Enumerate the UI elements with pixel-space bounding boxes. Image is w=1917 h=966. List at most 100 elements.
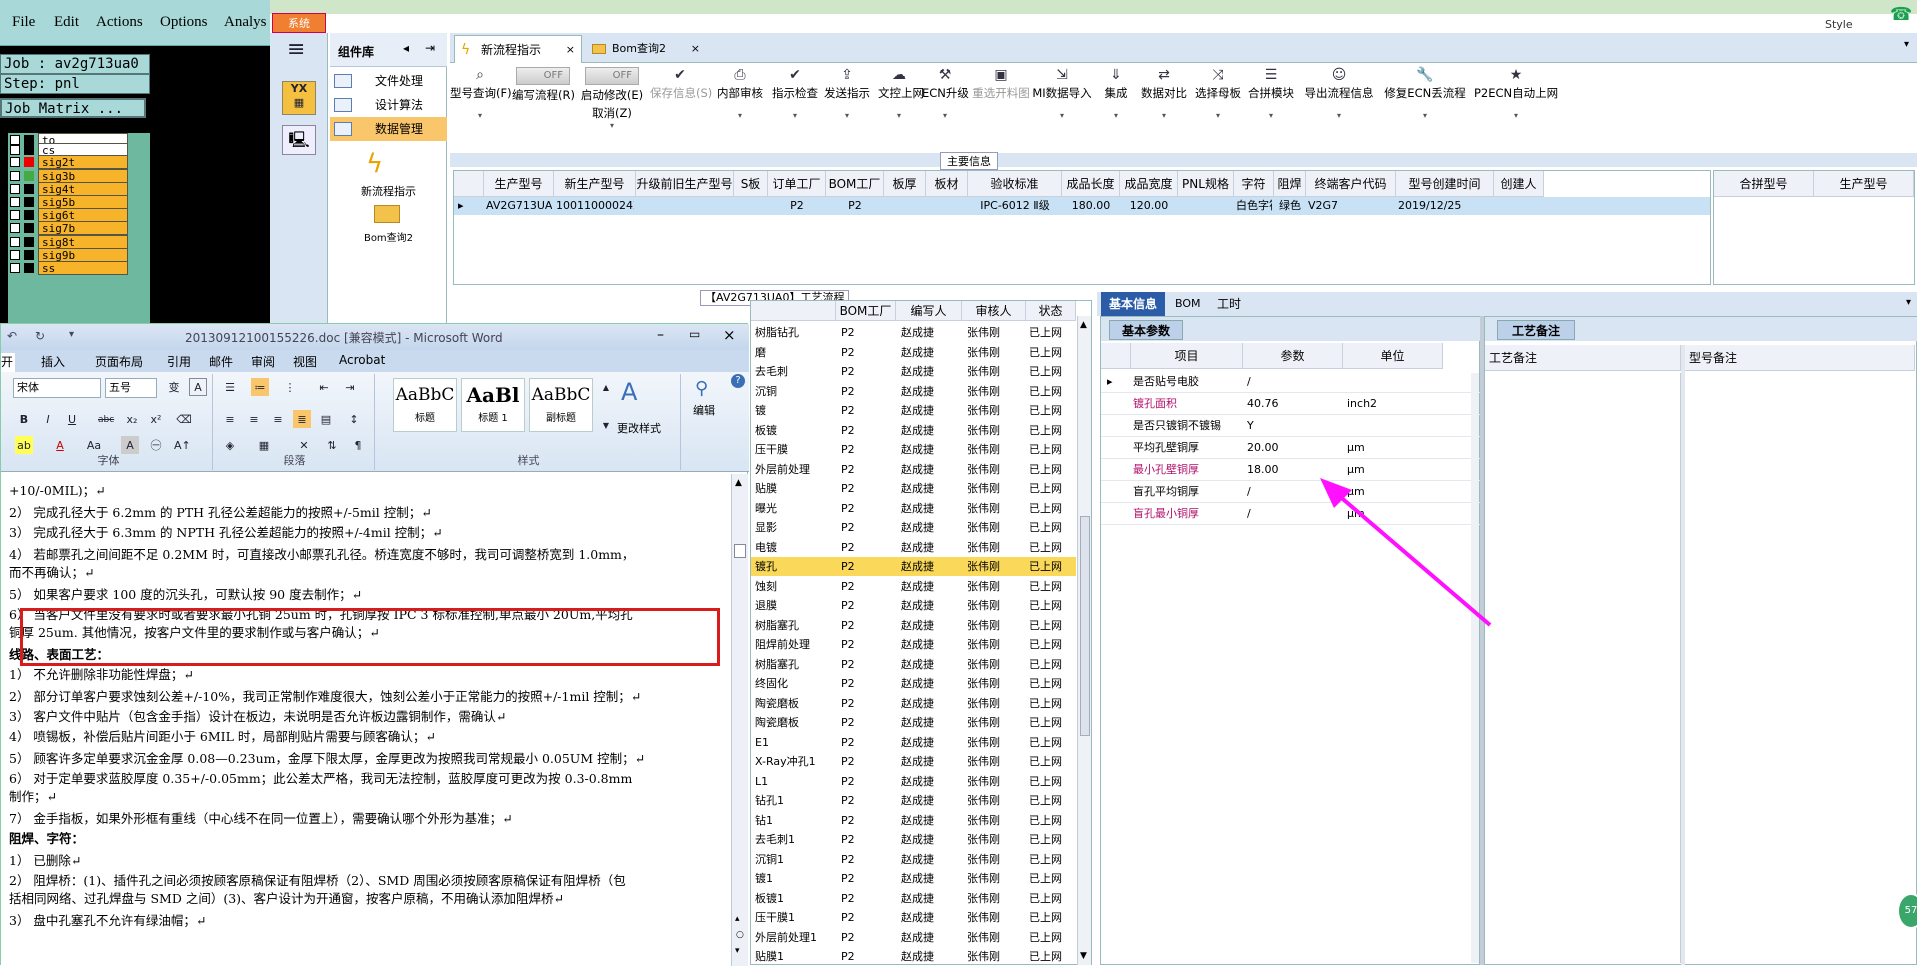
process-row[interactable]: 树脂塞孔 P2 赵成捷 张伟刚 已上网 <box>751 616 1076 635</box>
process-scrollbar[interactable]: ▲ ▼ <box>1077 316 1091 965</box>
process-row[interactable]: 钻孔1 P2 赵成捷 张伟刚 已上网 <box>751 791 1076 810</box>
undo-icon[interactable]: ↶ <box>7 329 17 343</box>
ribbon-tab[interactable]: 引用 <box>167 353 191 370</box>
process-row[interactable]: 陶瓷磨板 P2 赵成捷 张伟刚 已上网 <box>751 694 1076 713</box>
process-row[interactable]: 镀孔 P2 赵成捷 张伟刚 已上网 <box>751 557 1076 576</box>
toggle-switch[interactable]: OFF <box>585 67 639 85</box>
grid-row[interactable]: ▸ AV2G713UA0 10011000024246 P2 P2 IPC-6012 Ⅱ级… <box>454 197 1710 215</box>
collapse-icon[interactable]: ◂ <box>403 41 409 55</box>
model-remark-area[interactable] <box>1685 373 1915 963</box>
ribbon-tab[interactable]: 视图 <box>293 353 317 370</box>
process-row[interactable]: 阻焊前处理 P2 赵成捷 张伟刚 已上网 <box>751 635 1076 654</box>
align-right-icon[interactable]: ≡ <box>269 410 287 428</box>
process-row[interactable]: E1 P2 赵成捷 张伟刚 已上网 <box>751 733 1076 752</box>
font-size-select[interactable]: 五号 <box>105 378 157 398</box>
multilevel-icon[interactable]: ⋮ <box>281 378 299 396</box>
param-row[interactable]: ▸ 是否贴号电胶 / <box>1101 371 1481 393</box>
process-row[interactable]: 去毛刺1 P2 赵成捷 张伟刚 已上网 <box>751 830 1076 849</box>
tab-system[interactable]: 系统 <box>272 13 326 33</box>
float-badge[interactable]: 57 <box>1897 893 1917 929</box>
underline-icon[interactable]: U <box>63 410 81 428</box>
toolbar-button[interactable]: OFF 编写流程(R) <box>512 63 575 153</box>
process-row[interactable]: X-Ray冲孔1 P2 赵成捷 张伟刚 已上网 <box>751 752 1076 771</box>
layer-checkbox[interactable] <box>10 157 20 167</box>
pin-icon[interactable]: ⇥ <box>425 41 435 55</box>
ribbon-tab[interactable]: Acrobat <box>339 353 385 367</box>
process-row[interactable]: 陶瓷磨板 P2 赵成捷 张伟刚 已上网 <box>751 713 1076 732</box>
param-row[interactable]: 平均孔壁铜厚 20.00 μm <box>1101 437 1481 459</box>
param-row[interactable]: 是否只镀铜不镀锡 Y <box>1101 415 1481 437</box>
layer-row[interactable]: ss <box>8 261 150 276</box>
yx-app-icon[interactable]: YX ▦ <box>282 81 316 115</box>
style-menu[interactable]: Style <box>1825 18 1853 31</box>
process-row[interactable]: 曝光 P2 赵成捷 张伟刚 已上网 <box>751 499 1076 518</box>
bullets-icon[interactable]: ☰ <box>221 378 239 396</box>
bold-icon[interactable]: B <box>15 410 33 428</box>
toolbar-button[interactable]: OFF 启动修改(E) 取消(Z) ▾ <box>576 63 648 153</box>
menu-edit[interactable]: Edit <box>54 14 79 31</box>
scroll-up-icon[interactable]: ▲ <box>735 478 742 488</box>
distribute-icon[interactable]: ▤ <box>317 410 335 428</box>
lib-item-data[interactable]: 数据管理 <box>330 117 447 141</box>
toolbar-button[interactable]: ⎙ 内部审核 ▾ <box>712 63 768 153</box>
menu-file[interactable]: File <box>12 14 35 31</box>
ribbon-tab[interactable]: 页面布局 <box>95 353 143 370</box>
menu-analysis[interactable]: Analys <box>224 14 267 31</box>
process-row[interactable]: 终固化 P2 赵成捷 张伟刚 已上网 <box>751 674 1076 693</box>
process-row[interactable]: 磨 P2 赵成捷 张伟刚 已上网 <box>751 343 1076 362</box>
ribbon-tab[interactable]: 邮件 <box>209 353 233 370</box>
phonetic-icon[interactable]: 变 <box>165 378 183 396</box>
toggle-switch[interactable]: OFF <box>516 67 570 85</box>
toolbar-button[interactable]: ⚒ ECN升级 ▾ <box>922 63 969 153</box>
next-page-icon[interactable]: ▾ <box>735 946 740 956</box>
process-row[interactable]: 压干膜1 P2 赵成捷 张伟刚 已上网 <box>751 908 1076 927</box>
increase-indent-icon[interactable]: ⇥ <box>341 378 359 396</box>
process-row[interactable]: 镀 P2 赵成捷 张伟刚 已上网 <box>751 401 1076 420</box>
lib-item-algorithm[interactable]: 设计算法 <box>330 93 447 117</box>
tab-basic-info[interactable]: 基本信息 <box>1101 292 1166 316</box>
tab-new-process[interactable]: ϟ 新流程指示 × <box>454 35 582 63</box>
maximize-icon[interactable]: ▭ <box>689 327 700 341</box>
strike-icon[interactable]: abc <box>97 410 115 428</box>
process-row[interactable]: L1 P2 赵成捷 张伟刚 已上网 <box>751 772 1076 791</box>
styles-more-icon[interactable]: ▼ <box>597 416 615 434</box>
toolbar-button[interactable]: ✔ 保存信息(S) <box>650 63 712 153</box>
panel-splitter[interactable] <box>1480 316 1484 965</box>
process-row[interactable]: 去毛刺 P2 赵成捷 张伟刚 已上网 <box>751 362 1076 381</box>
toolbar-button[interactable]: ▣ 重选开料图 <box>972 63 1030 153</box>
toolbar-button[interactable]: ★ P2ECN自动上网 ▾ <box>1474 63 1558 153</box>
layer-checkbox[interactable] <box>10 223 20 233</box>
toolbar-button[interactable]: ⤨ 选择母板 ▾ <box>1192 63 1244 153</box>
process-row[interactable]: 钻1 P2 赵成捷 张伟刚 已上网 <box>751 811 1076 830</box>
layer-row[interactable]: sig7b <box>8 221 150 236</box>
scroll-thumb[interactable] <box>734 544 746 558</box>
close-icon[interactable]: × <box>723 326 736 344</box>
redo-icon[interactable]: ↻ <box>35 329 45 343</box>
toolbar-button[interactable]: ☺ 导出流程信息 ▾ <box>1298 63 1380 153</box>
styles-scroll-icon[interactable]: ▲ <box>597 378 615 396</box>
italic-icon[interactable]: I <box>39 410 57 428</box>
process-row[interactable]: 电镀 P2 赵成捷 张伟刚 已上网 <box>751 538 1076 557</box>
justify-icon[interactable]: ≣ <box>293 410 311 428</box>
select-browse-icon[interactable]: ○ <box>736 930 744 940</box>
process-remark-area[interactable] <box>1485 373 1681 963</box>
document-body[interactable]: +10/-0MIL)；↵ 2） 完成孔径大于 6.2mm 的 PTH 孔径公差超能… <box>1 474 731 966</box>
layer-checkbox[interactable] <box>10 250 20 260</box>
edit-button[interactable]: 编辑 <box>693 402 715 418</box>
process-row[interactable]: 树脂钻孔 P2 赵成捷 张伟刚 已上网 <box>751 323 1076 342</box>
toolbar-button[interactable]: ☁ 文控上网 ▾ <box>878 63 924 153</box>
process-row[interactable]: 蚀刻 P2 赵成捷 张伟刚 已上网 <box>751 577 1076 596</box>
line-spacing-icon[interactable]: ↕ <box>345 410 363 428</box>
tab-bom[interactable]: BOM <box>1175 292 1201 316</box>
align-left-icon[interactable]: ≡ <box>221 410 239 428</box>
phone-icon[interactable]: ☎ <box>1890 4 1912 25</box>
tab-hours[interactable]: 工时 <box>1217 292 1241 316</box>
chevron-down-icon[interactable]: ▾ <box>1904 39 1909 50</box>
style-heading1[interactable]: AaBl 标题 1 <box>461 378 525 432</box>
font-name-select[interactable]: 宋体 <box>13 378 101 398</box>
process-row[interactable]: 板镀 P2 赵成捷 张伟刚 已上网 <box>751 421 1076 440</box>
computer-icon[interactable]: 🖳 <box>282 125 316 155</box>
layer-checkbox[interactable] <box>10 210 20 220</box>
layer-checkbox[interactable] <box>10 237 20 247</box>
scroll-down-icon[interactable]: ▼ <box>1080 951 1087 961</box>
